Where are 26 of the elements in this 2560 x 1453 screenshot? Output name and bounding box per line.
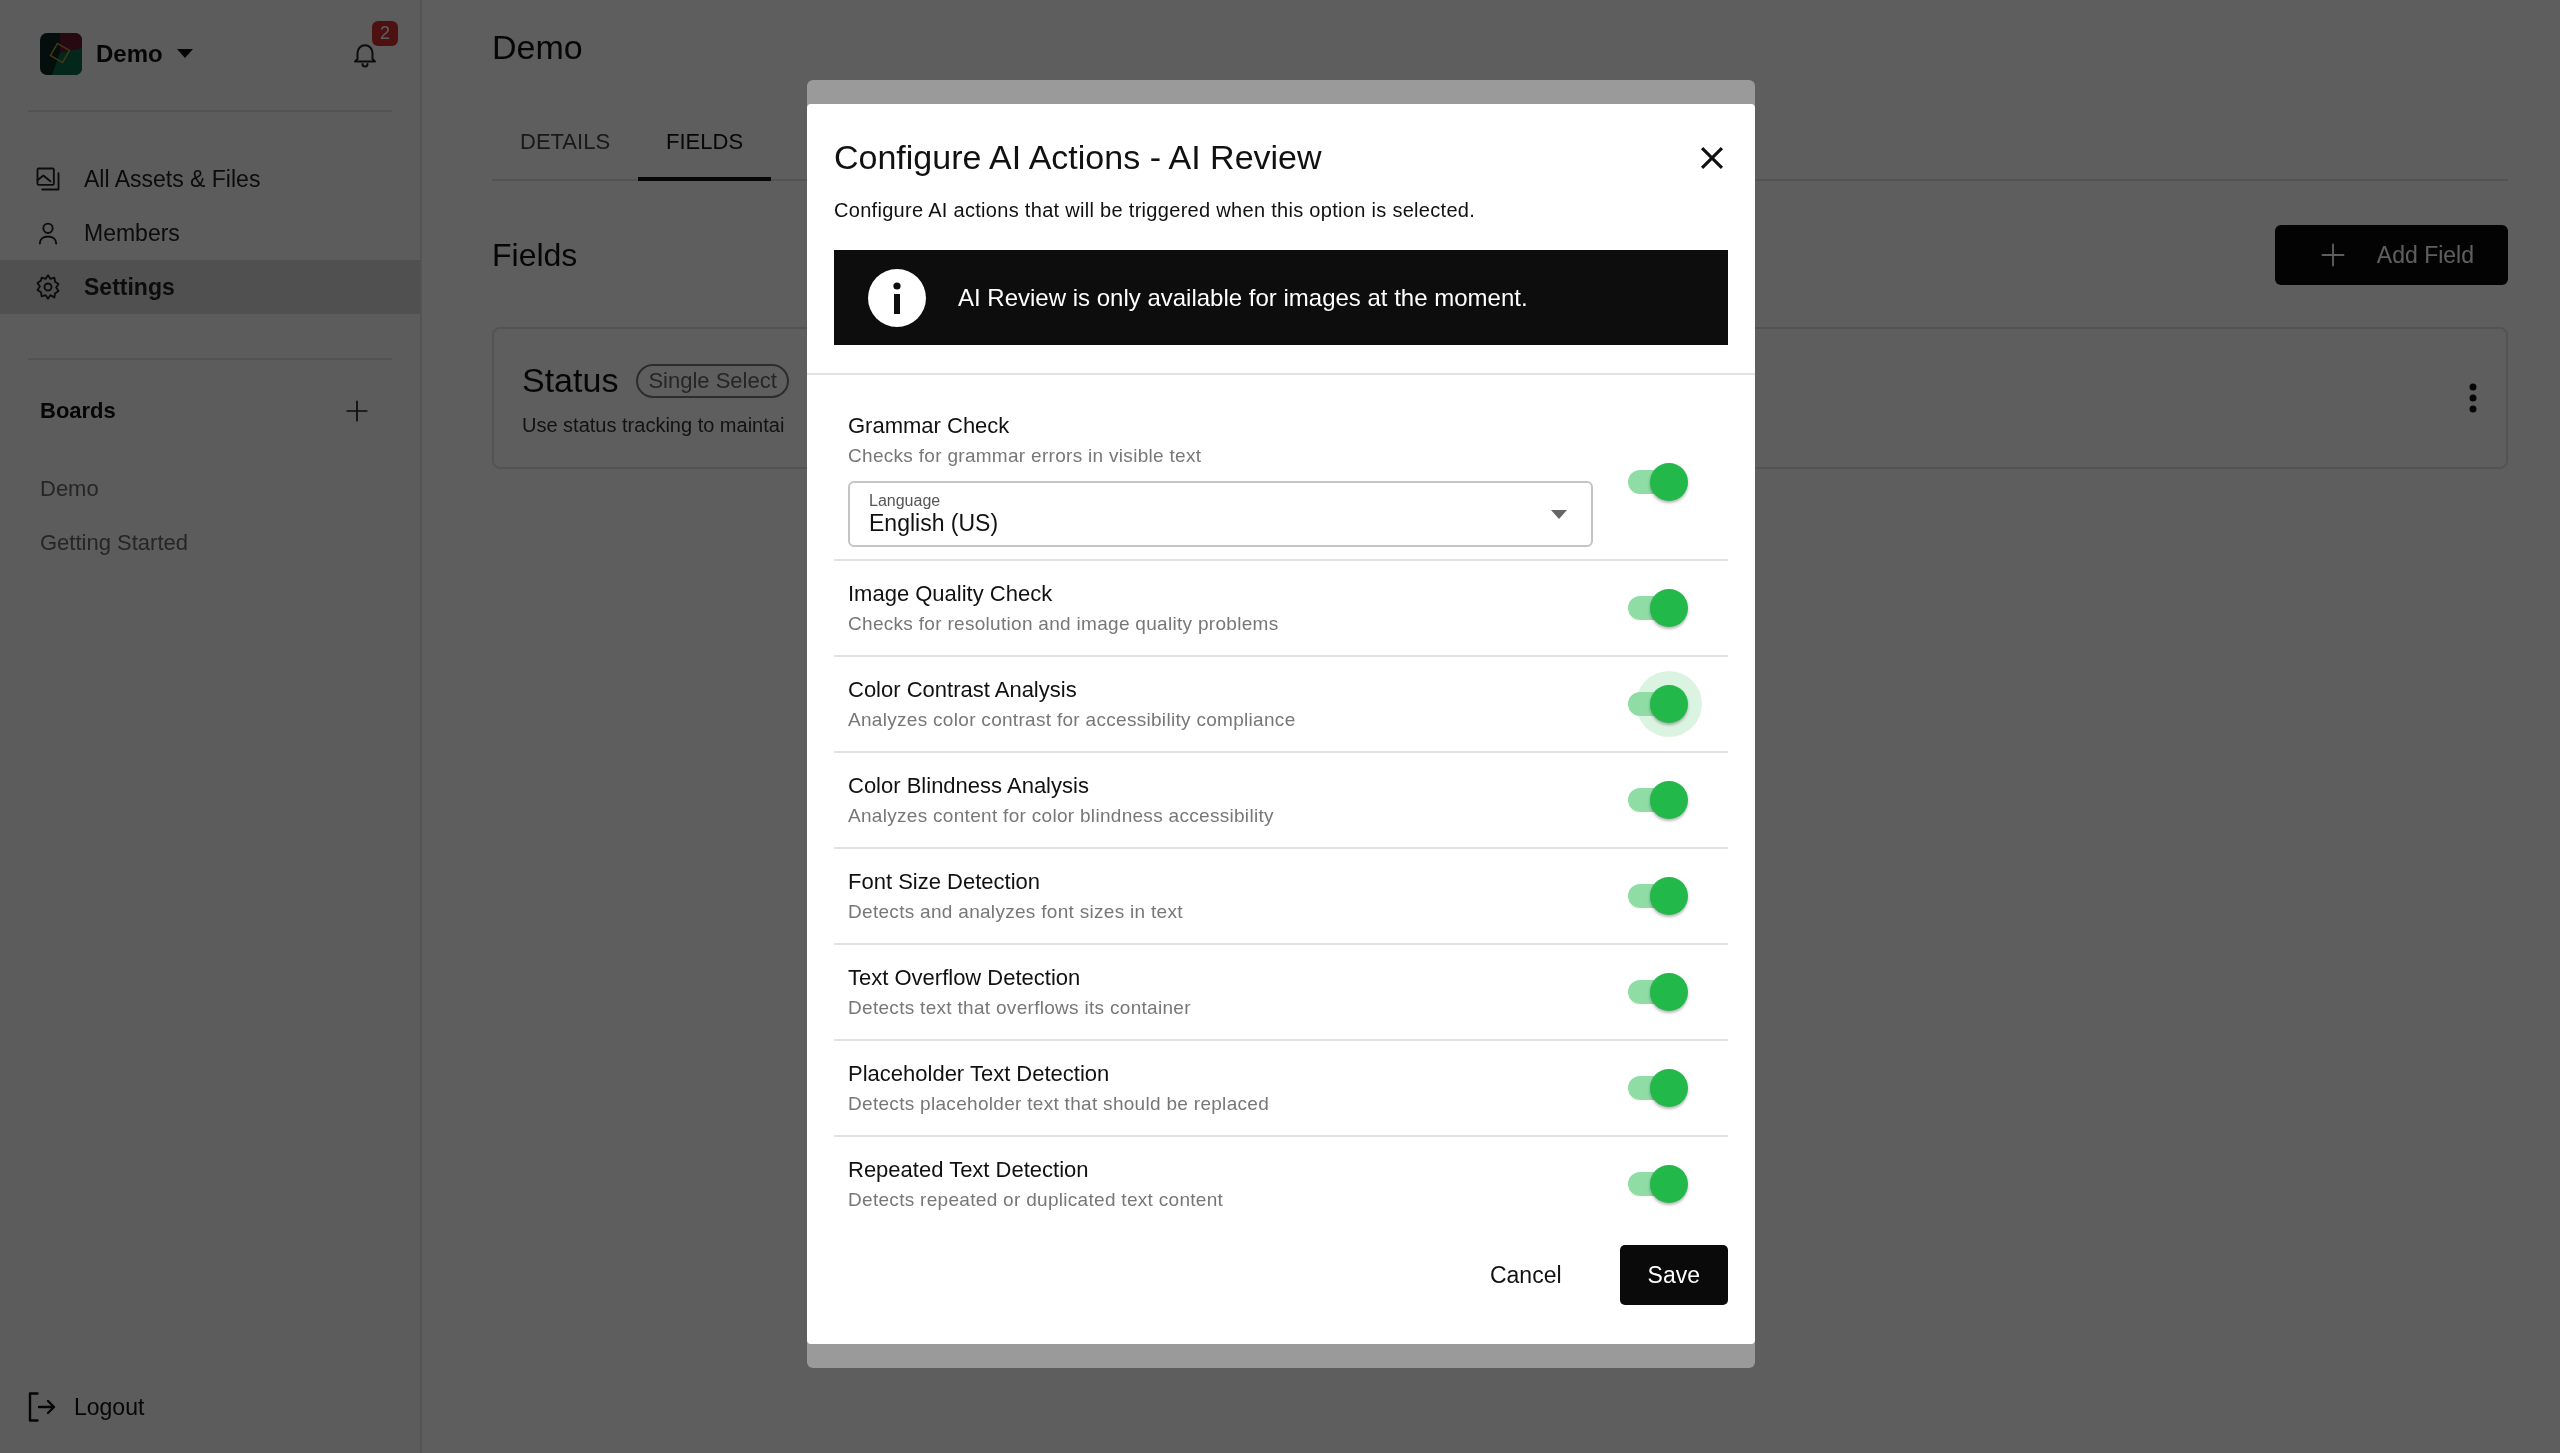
dialog-subtitle: Configure AI actions that will be triggered when this option is selected. bbox=[833, 198, 1477, 222]
field-description: Use status tracking to maintai bbox=[522, 414, 786, 437]
banner-text: AI Review is only available for images at the moment. bbox=[958, 283, 1528, 312]
dialog-title: Configure AI Actions - AI Review bbox=[834, 138, 1322, 177]
action-title: Image Quality Check bbox=[848, 581, 1054, 607]
action-title: Grammar Check bbox=[848, 413, 1011, 439]
field-type-chip: Single Select bbox=[636, 363, 789, 398]
action-title: Color Contrast Analysis bbox=[848, 677, 1078, 703]
field-name: Status bbox=[522, 361, 619, 400]
action-description: Detects repeated or duplicated text content bbox=[848, 1189, 1225, 1211]
action-description: Analyzes content for color blindness accessibility bbox=[848, 805, 1275, 827]
action-description: Checks for grammar errors in visible text bbox=[848, 445, 1203, 467]
action-description: Detects and analyzes font sizes in text bbox=[848, 901, 1184, 923]
notification-badge: 2 bbox=[372, 21, 398, 46]
boards-heading: Boards bbox=[40, 398, 116, 424]
action-description: Checks for resolution and image quality problems bbox=[848, 613, 1280, 635]
action-title: Repeated Text Detection bbox=[848, 1157, 1090, 1183]
action-title: Text Overflow Detection bbox=[848, 965, 1082, 991]
page-title: Demo bbox=[492, 28, 584, 68]
action-description: Analyzes color contrast for accessibility compliance bbox=[848, 709, 1297, 731]
action-title: Placeholder Text Detection bbox=[848, 1061, 1111, 1087]
section-title: Fields bbox=[492, 236, 578, 274]
action-description: Detects placeholder text that should be replaced bbox=[848, 1093, 1271, 1115]
action-description: Detects text that overflows its container bbox=[848, 997, 1192, 1019]
action-title: Font Size Detection bbox=[848, 869, 1041, 895]
action-title: Color Blindness Analysis bbox=[848, 773, 1090, 799]
